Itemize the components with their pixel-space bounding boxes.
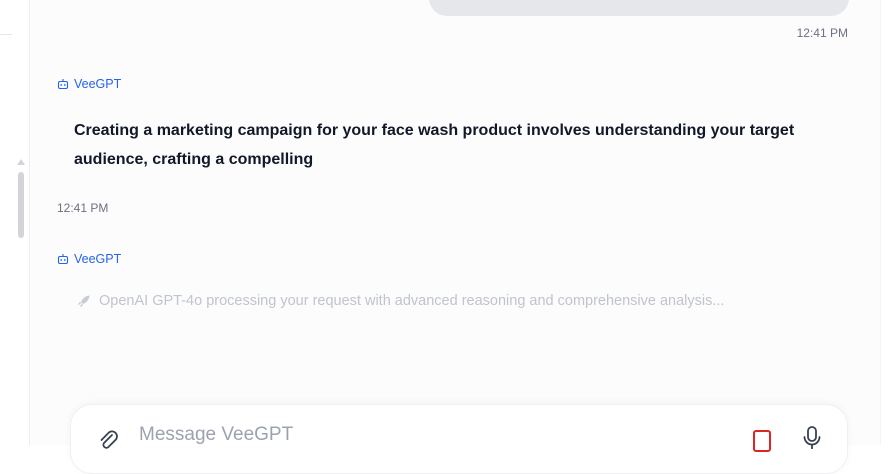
bot-message-time: 12:41 PM [57, 201, 109, 215]
rail-divider [0, 34, 12, 35]
chat-area: 12:41 PM VeeGPT Creating a marketing cam… [31, 0, 880, 474]
right-edge-panel [880, 0, 896, 445]
user-message-bubble [429, 0, 849, 16]
robot-icon [57, 79, 69, 90]
scrollbar-thumb[interactable] [18, 172, 24, 238]
message-composer [70, 404, 848, 474]
scroll-up-arrow[interactable] [17, 159, 25, 165]
stop-icon[interactable] [752, 428, 772, 452]
processing-status-text: OpenAI GPT-4o processing your request wi… [99, 293, 725, 309]
bot-message-text: Creating a marketing campaign for your f… [74, 122, 795, 168]
bot-sender-label: VeeGPT [57, 252, 121, 266]
bot-sender-name: VeeGPT [74, 252, 122, 266]
processing-status: OpenAI GPT-4o processing your request wi… [76, 293, 724, 309]
rocket-icon [78, 295, 90, 307]
paperclip-icon[interactable] [95, 427, 121, 453]
bot-sender-label: VeeGPT [57, 77, 121, 91]
robot-icon [57, 254, 69, 265]
microphone-icon[interactable] [801, 425, 823, 451]
user-message-time: 12:41 PM [796, 26, 848, 40]
left-rail [0, 0, 30, 445]
bot-sender-name: VeeGPT [74, 77, 122, 91]
